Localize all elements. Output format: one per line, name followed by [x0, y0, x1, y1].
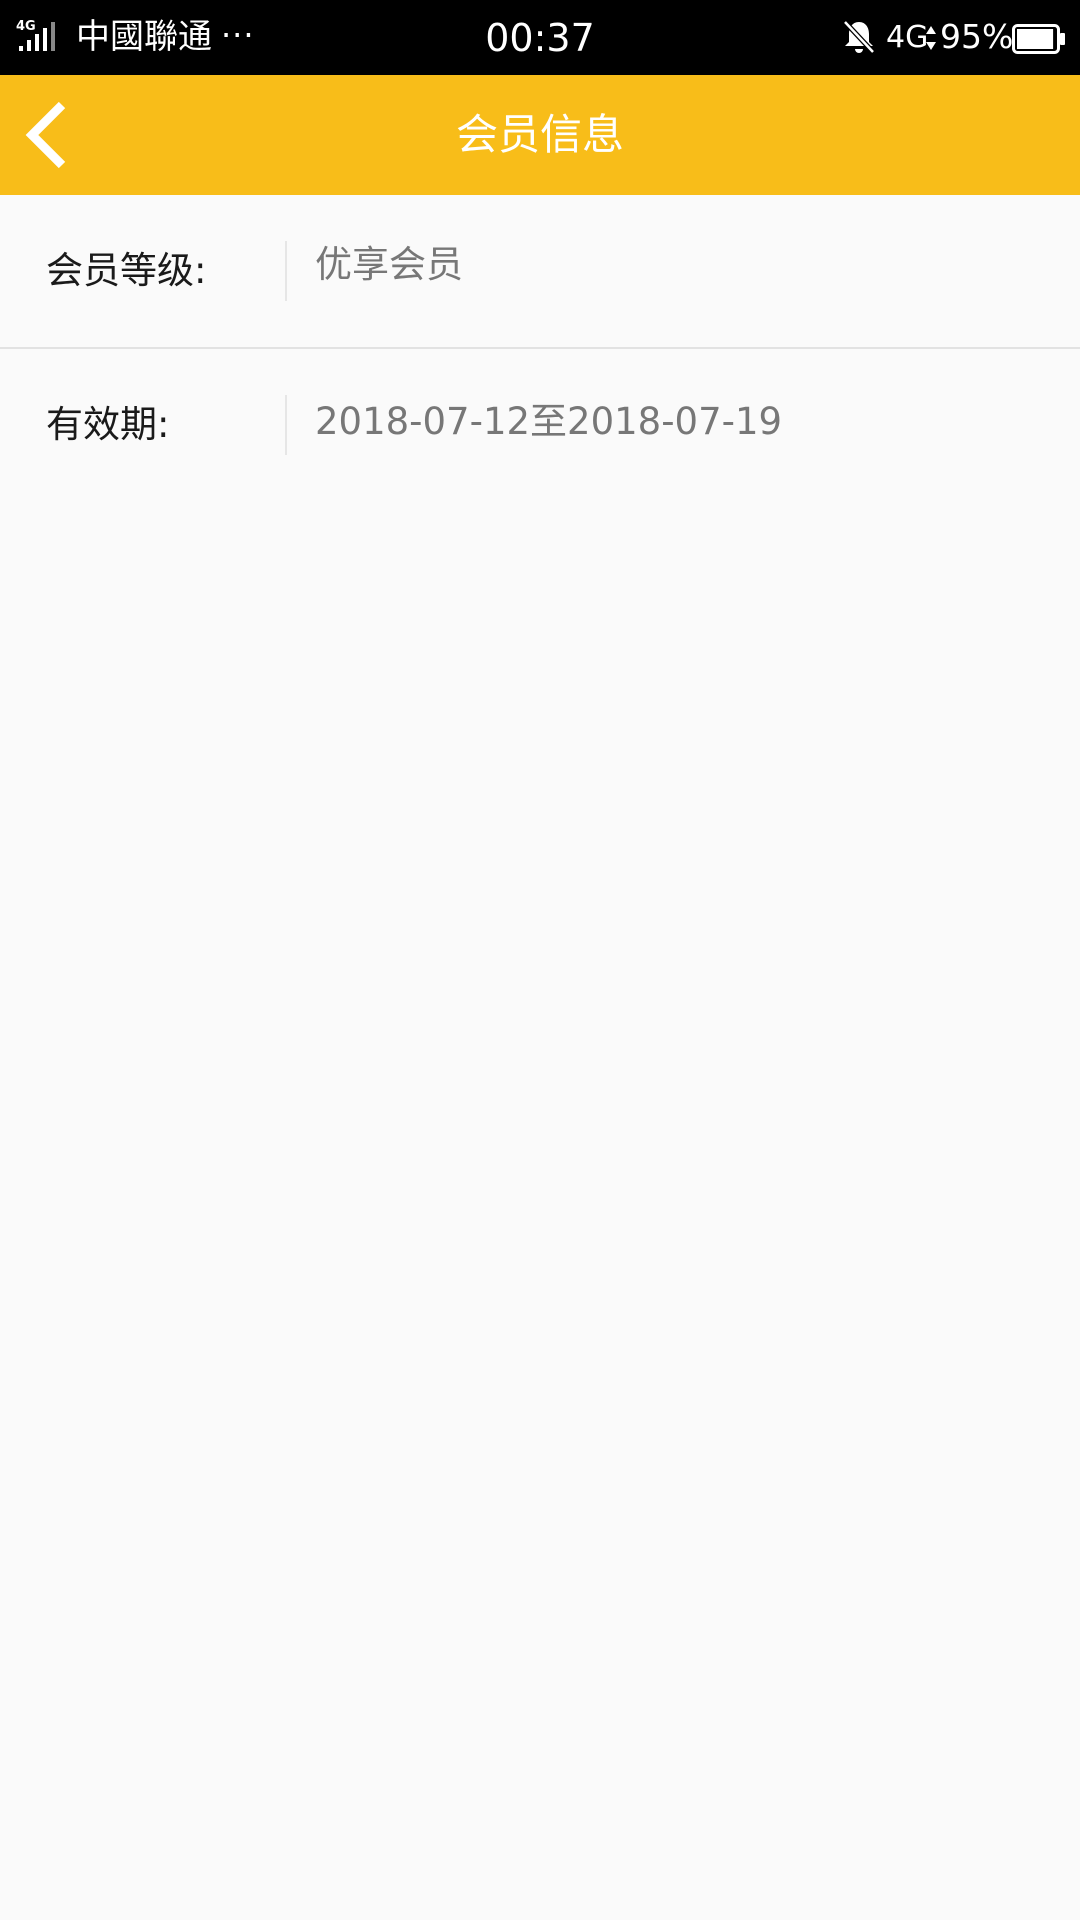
validity-period-row: 有效期: 2018-07-12至2018-07-19	[0, 349, 1080, 501]
member-level-label: 会员等级:	[46, 249, 207, 292]
back-button[interactable]	[12, 93, 96, 177]
chevron-left-icon	[25, 101, 66, 169]
network-type: 4G	[886, 20, 929, 55]
data-arrows-icon	[926, 26, 936, 50]
page-title: 会员信息	[455, 110, 624, 159]
battery-percentage: 95%	[940, 17, 1014, 56]
screen: 4G 中國聯通 ··· 00:37 4G 95% 会员信息 会员等级: 优享会员…	[0, 0, 1080, 1920]
member-level-value: 优享会员	[315, 243, 463, 286]
validity-period-value: 2018-07-12至2018-07-19	[315, 400, 783, 443]
battery-fill	[1017, 29, 1054, 49]
row-divider	[285, 395, 287, 455]
app-header: 会员信息	[0, 75, 1080, 195]
row-divider	[285, 241, 287, 301]
mute-bell-icon	[843, 20, 875, 54]
battery-icon	[1012, 24, 1065, 54]
member-level-row: 会员等级: 优享会员	[0, 195, 1080, 349]
status-bar: 4G 中國聯通 ··· 00:37 4G 95%	[0, 0, 1080, 75]
validity-period-label: 有效期:	[46, 403, 170, 446]
